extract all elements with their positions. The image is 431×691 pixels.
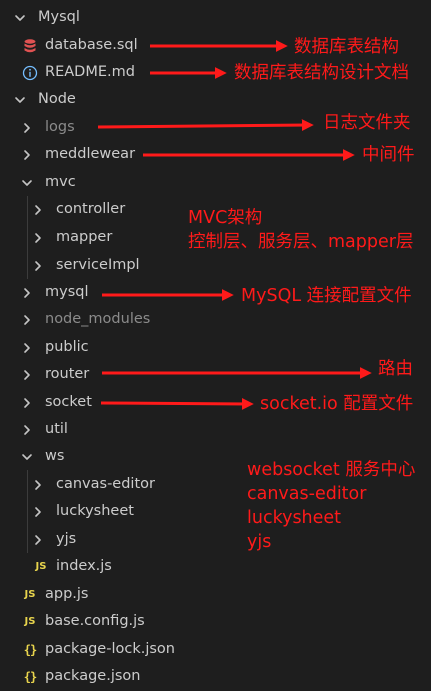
javascript-file-icon: JS [24, 616, 36, 627]
annotation-mysql: MySQL 连接配置文件 [241, 286, 412, 306]
folder-label: Mysql [38, 9, 80, 25]
annotation-ws-luckysheet: luckysheet [247, 508, 342, 528]
folder-label: public [45, 339, 89, 355]
folder-label: node_modules [45, 311, 151, 327]
file-label: app.js [45, 586, 89, 602]
file-label: base.config.js [45, 613, 145, 629]
annotation-database-sql: 数据库表结构 [294, 37, 399, 57]
annotation-mvc-layers: 控制层、服务层、mapper层 [188, 232, 414, 252]
folder-label: util [45, 421, 68, 437]
file-label: database.sql [45, 37, 138, 53]
info-icon [22, 65, 38, 81]
folder-label: socket [45, 394, 92, 410]
annotation-meddlewear: 中间件 [362, 145, 415, 165]
annotation-mvc-title: MVC架构 [188, 208, 263, 228]
chevron-right-icon [35, 534, 41, 545]
javascript-file-icon: JS [35, 561, 47, 572]
database-icon [22, 38, 38, 54]
chevron-down-icon [15, 14, 25, 21]
folder-node-root[interactable]: Node [0, 86, 431, 113]
annotation-readme: 数据库表结构设计文档 [234, 63, 409, 83]
folder-serviceimpl[interactable]: serviceImpl [0, 252, 431, 279]
file-base-config-js[interactable]: JS base.config.js [0, 608, 431, 635]
file-label: package.json [45, 668, 141, 684]
folder-node-modules[interactable]: node_modules [0, 306, 431, 333]
folder-label: canvas-editor [56, 476, 155, 492]
folder-label: controller [56, 201, 126, 217]
folder-mvc[interactable]: mvc [0, 169, 431, 196]
folder-label: mvc [45, 174, 76, 190]
chevron-right-icon [35, 479, 41, 490]
folder-label: mysql [45, 284, 89, 300]
file-app-js[interactable]: JS app.js [0, 581, 431, 608]
chevron-right-icon [24, 122, 30, 133]
folder-public[interactable]: public [0, 334, 431, 361]
chevron-right-icon [35, 204, 41, 215]
annotation-router: 路由 [378, 359, 413, 379]
file-index-js[interactable]: JS index.js [0, 553, 431, 580]
chevron-right-icon [24, 424, 30, 435]
chevron-right-icon [24, 342, 30, 353]
folder-util[interactable]: util [0, 416, 431, 443]
file-package-json[interactable]: {} package.json [0, 663, 431, 690]
folder-label: router [45, 366, 90, 382]
chevron-down-icon [22, 179, 32, 186]
javascript-file-icon: JS [24, 589, 36, 600]
file-label: package-lock.json [45, 641, 175, 657]
folder-label: meddlewear [45, 146, 136, 162]
chevron-right-icon [24, 149, 30, 160]
file-package-lock-json[interactable]: {} package-lock.json [0, 636, 431, 663]
json-file-icon: {} [23, 642, 37, 657]
chevron-right-icon [24, 397, 30, 408]
annotation-socket: socket.io 配置文件 [260, 394, 414, 414]
file-explorer-tree: Mysql database.sql README.md Node logs m… [0, 0, 431, 691]
folder-label: logs [45, 119, 75, 135]
folder-label: yjs [56, 531, 77, 547]
chevron-right-icon [35, 232, 41, 243]
file-label: index.js [56, 558, 112, 574]
file-label: README.md [45, 64, 135, 80]
chevron-right-icon [24, 287, 30, 298]
folder-yjs[interactable]: yjs [0, 526, 431, 553]
chevron-right-icon [35, 260, 41, 271]
folder-label: serviceImpl [56, 257, 140, 273]
folder-label: Node [38, 91, 76, 107]
annotation-ws-yjs: yjs [247, 532, 272, 552]
chevron-right-icon [35, 506, 41, 517]
chevron-down-icon [15, 96, 25, 103]
folder-label: mapper [56, 229, 113, 245]
chevron-right-icon [24, 314, 30, 325]
folder-router[interactable]: router [0, 361, 431, 388]
annotation-logs: 日志文件夹 [323, 113, 411, 133]
folder-label: ws [45, 448, 65, 464]
folder-mysql-root[interactable]: Mysql [0, 4, 431, 31]
folder-label: luckysheet [56, 503, 134, 519]
chevron-down-icon [22, 453, 32, 460]
annotation-ws-title: websocket 服务中心 [247, 460, 416, 480]
annotation-ws-canvas: canvas-editor [247, 484, 367, 504]
json-file-icon: {} [23, 669, 37, 684]
chevron-right-icon [24, 369, 30, 380]
